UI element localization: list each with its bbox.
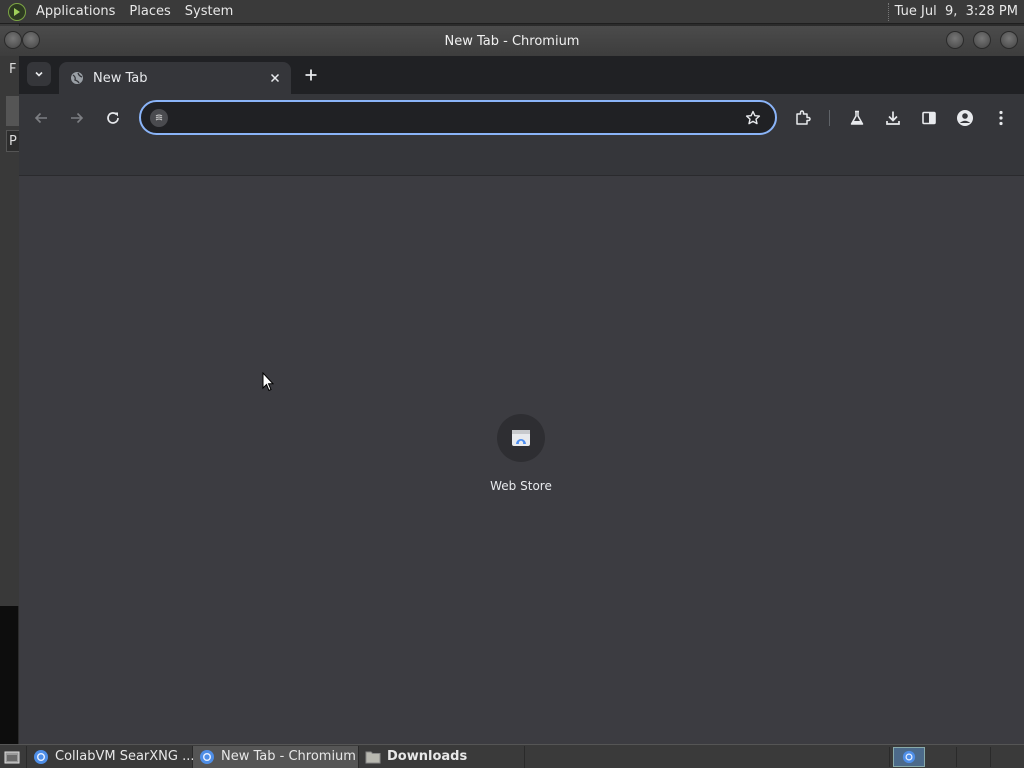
distro-logo-icon[interactable] bbox=[8, 2, 26, 21]
tab-strip: New Tab bbox=[19, 56, 1024, 94]
background-terminal bbox=[0, 606, 18, 744]
address-bar[interactable] bbox=[139, 100, 777, 135]
tray-divider bbox=[990, 747, 991, 767]
menu-system[interactable]: System bbox=[178, 0, 240, 24]
bookmark-star-icon[interactable] bbox=[743, 108, 763, 128]
kebab-menu-icon[interactable] bbox=[989, 106, 1013, 130]
new-tab-page: Web Store bbox=[19, 176, 1024, 744]
tray-divider bbox=[956, 747, 957, 767]
address-input[interactable] bbox=[177, 108, 737, 128]
folder-icon bbox=[365, 749, 381, 765]
browser-toolbar bbox=[19, 94, 1024, 142]
window-shade-button[interactable] bbox=[22, 31, 40, 49]
browser-window: New Tab Web Store bbox=[19, 56, 1024, 744]
top-panel: Applications Places System Tue Jul 9, 3:… bbox=[0, 0, 1024, 24]
extensions-icon[interactable] bbox=[791, 106, 815, 130]
web-store-icon bbox=[512, 430, 530, 446]
globe-icon bbox=[69, 70, 85, 86]
shortcut-tile bbox=[497, 414, 545, 462]
profile-icon[interactable] bbox=[953, 106, 977, 130]
downloads-icon[interactable] bbox=[881, 106, 905, 130]
toolbar-divider bbox=[829, 110, 830, 126]
forward-icon[interactable] bbox=[65, 106, 89, 130]
minimize-button[interactable] bbox=[946, 31, 964, 49]
tab-search-button[interactable] bbox=[27, 62, 51, 86]
chromium-icon bbox=[33, 749, 49, 765]
mouse-cursor-icon bbox=[262, 372, 274, 392]
window-title: New Tab - Chromium bbox=[444, 33, 580, 49]
panel-separator bbox=[887, 2, 889, 21]
shortcut-label: Web Store bbox=[490, 479, 552, 493]
labs-flask-icon[interactable] bbox=[845, 106, 869, 130]
search-engine-icon[interactable] bbox=[150, 109, 168, 127]
tray-divider bbox=[889, 747, 890, 767]
side-panel-icon[interactable] bbox=[917, 106, 941, 130]
show-desktop-icon bbox=[4, 751, 20, 763]
window-titlebar[interactable]: New Tab - Chromium bbox=[0, 26, 1024, 56]
background-window[interactable]: F P bbox=[0, 24, 20, 606]
menu-places[interactable]: Places bbox=[122, 0, 177, 24]
tab-title: New Tab bbox=[93, 70, 148, 86]
background-window-button[interactable] bbox=[6, 96, 20, 126]
chevron-down-icon bbox=[35, 71, 43, 77]
plus-icon bbox=[305, 69, 317, 81]
new-tab-button[interactable] bbox=[299, 63, 323, 87]
chromium-icon bbox=[199, 749, 215, 765]
taskbar-item-new-tab-chromium[interactable]: New Tab - Chromium bbox=[193, 745, 359, 768]
clock[interactable]: Tue Jul 9, 3:28 PM bbox=[895, 4, 1018, 19]
maximize-button[interactable] bbox=[973, 31, 991, 49]
tab-new-tab[interactable]: New Tab bbox=[59, 62, 291, 94]
taskbar-item-downloads[interactable]: Downloads bbox=[359, 745, 525, 768]
workspace-switcher[interactable] bbox=[893, 747, 925, 767]
back-icon[interactable] bbox=[29, 106, 53, 130]
chromium-icon bbox=[902, 750, 916, 764]
bookmarks-bar bbox=[19, 142, 1024, 176]
close-window-button[interactable] bbox=[1000, 31, 1018, 49]
background-window-letter: P bbox=[9, 134, 17, 149]
show-desktop-button[interactable] bbox=[0, 745, 27, 768]
menu-applications[interactable]: Applications bbox=[29, 0, 122, 24]
shortcut-web-store[interactable]: Web Store bbox=[484, 414, 558, 498]
reload-icon[interactable] bbox=[101, 106, 125, 130]
taskbar-item-collabvm[interactable]: CollabVM SearXNG ... bbox=[27, 745, 195, 768]
taskbar-item-label: CollabVM SearXNG ... bbox=[55, 749, 195, 764]
background-window-letter: F bbox=[9, 62, 17, 77]
window-menu-button[interactable] bbox=[4, 31, 22, 49]
taskbar: CollabVM SearXNG ... New Tab - Chromium … bbox=[0, 744, 1024, 768]
taskbar-item-label: Downloads bbox=[387, 749, 468, 764]
taskbar-item-label: New Tab - Chromium bbox=[221, 749, 356, 764]
close-tab-icon[interactable] bbox=[267, 70, 283, 86]
